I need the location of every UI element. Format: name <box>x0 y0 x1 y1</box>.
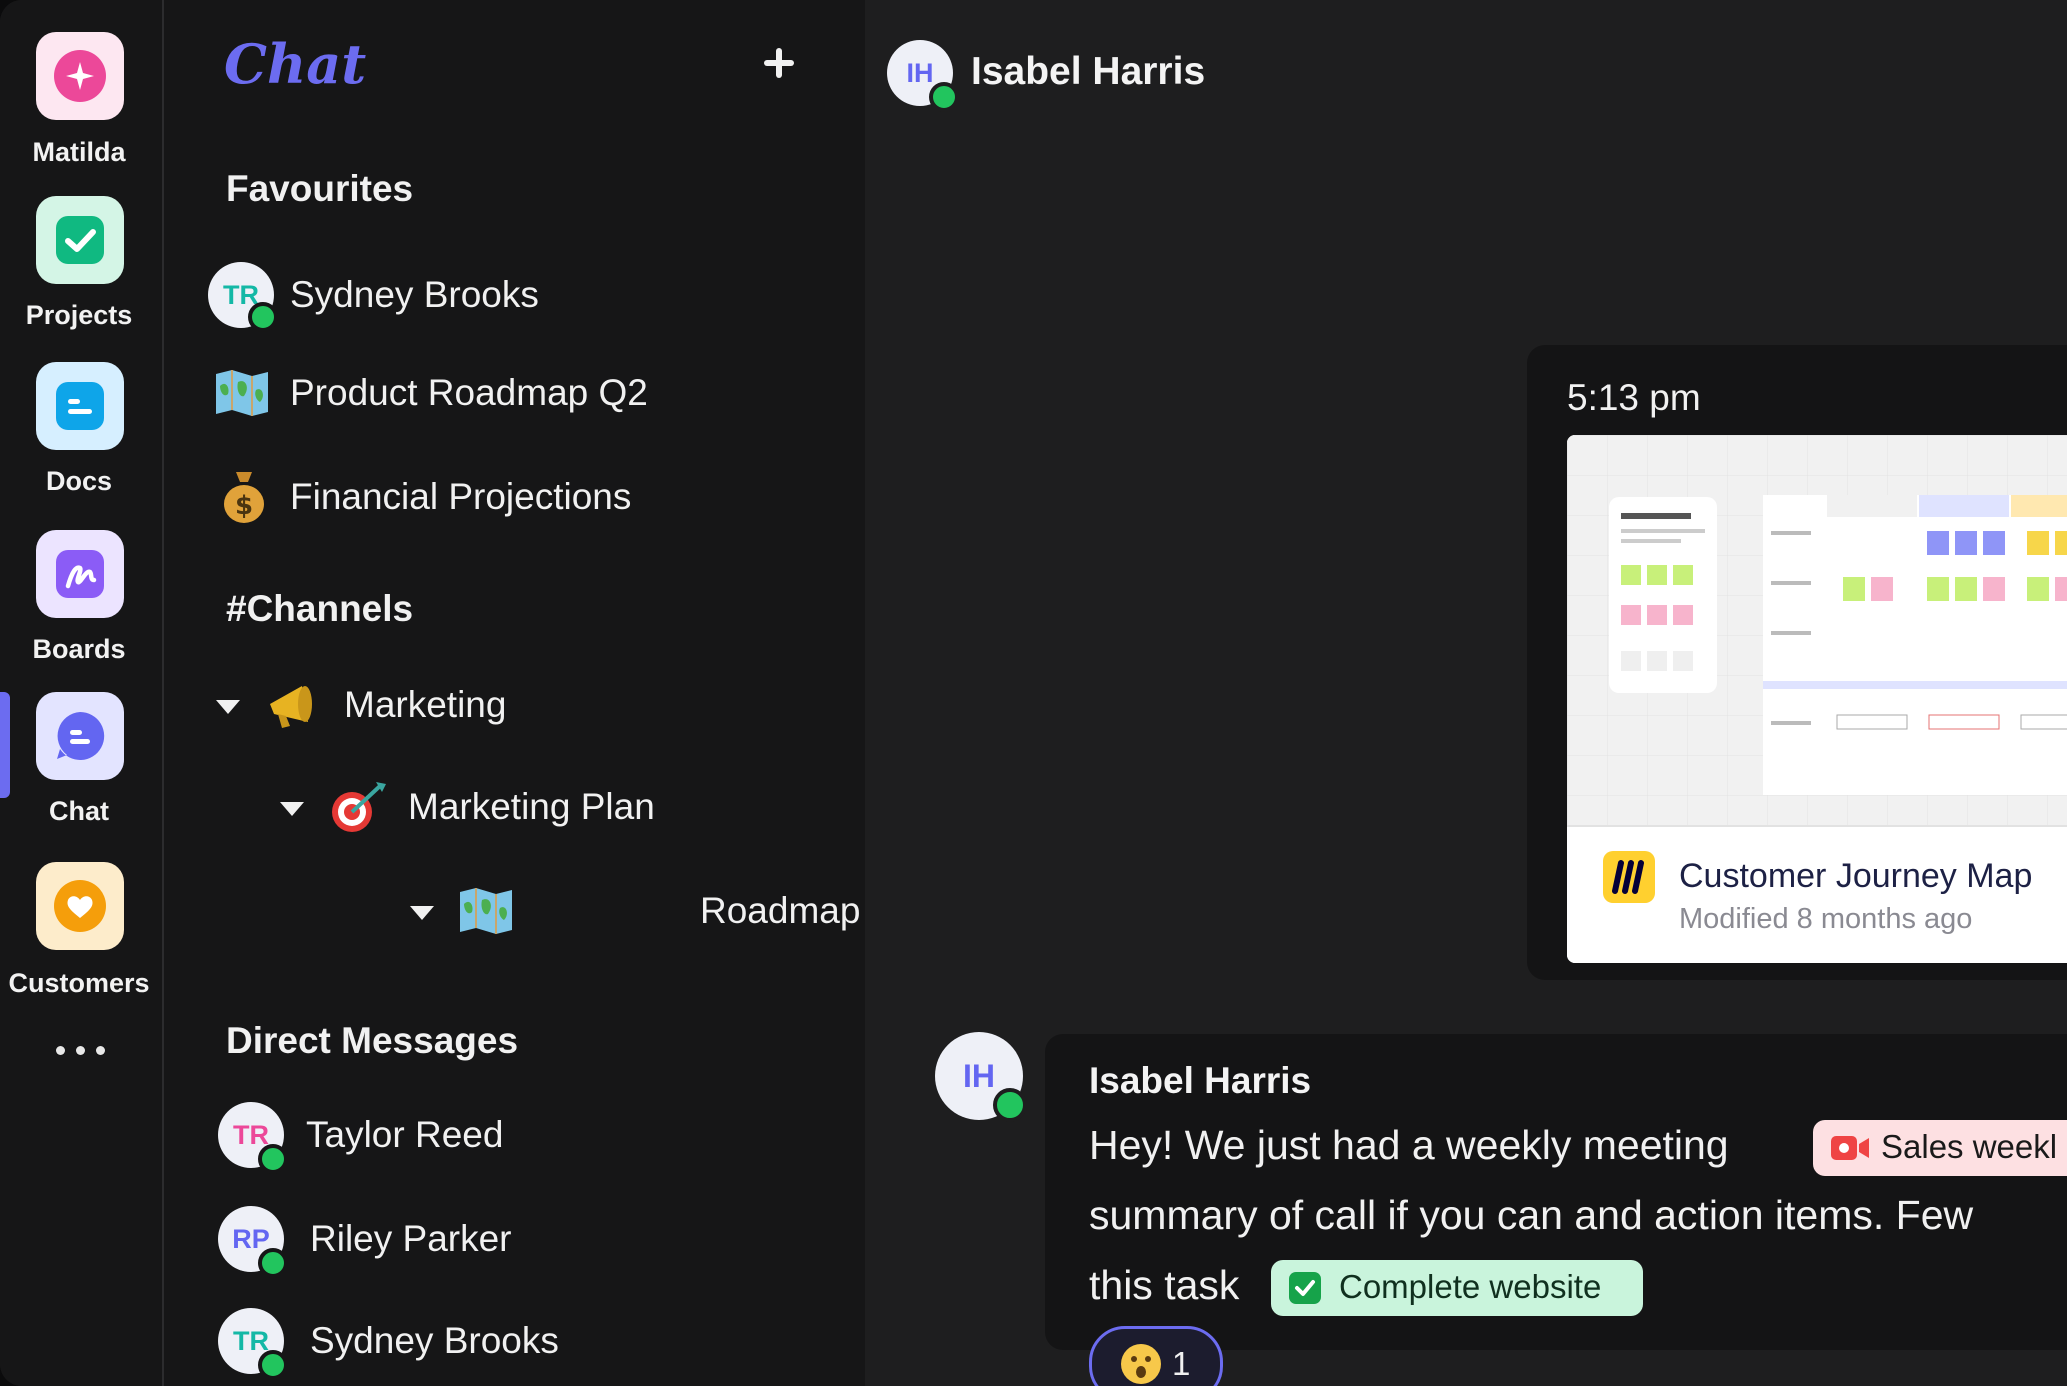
channel-item-roadmap[interactable]: Roadmap <box>410 882 860 942</box>
task-chip[interactable]: Complete website <box>1271 1260 1643 1316</box>
file-modified: Modified 8 months ago <box>1679 903 1973 935</box>
chevron-down-icon[interactable] <box>216 700 240 714</box>
heart-icon <box>36 862 124 950</box>
megaphone-icon <box>264 678 324 739</box>
favourite-item-product-roadmap[interactable]: Product Roadmap Q2 <box>214 364 814 424</box>
favourite-item-sydney-brooks[interactable]: TR Sydney Brooks <box>208 262 808 332</box>
rail-item-matilda[interactable]: Matilda <box>0 0 162 170</box>
dm-label: Sydney Brooks <box>310 1320 559 1361</box>
channel-item-marketing[interactable]: Marketing <box>216 676 816 736</box>
message-author: Isabel Harris <box>1089 1060 1312 1101</box>
presence-dot <box>258 1248 288 1278</box>
presence-dot <box>248 302 278 332</box>
presence-dot <box>258 1350 288 1380</box>
file-title: Customer Journey Map <box>1679 857 2033 895</box>
dm-label: Taylor Reed <box>306 1114 504 1155</box>
message-text-line: Hey! We just had a weekly meeting <box>1089 1122 1729 1168</box>
channels-heading: #Channels <box>226 588 414 629</box>
dm-item-sydney-brooks[interactable]: TR Sydney Brooks <box>218 1308 818 1380</box>
conversation-title: Isabel Harris <box>971 50 1206 93</box>
check-icon <box>36 196 124 284</box>
money-bag-icon: $ <box>222 468 266 529</box>
channel-label: Roadmap <box>700 890 861 931</box>
file-attachment[interactable]: Customer Journey Map Modified 8 months a… <box>1567 435 2067 963</box>
chat-sidebar: Chat Favourites TR Sydney Brooks Product… <box>164 0 865 1386</box>
rail-item-docs[interactable]: Docs <box>0 336 162 502</box>
meeting-chip-label: Sales weekl <box>1881 1128 2058 1165</box>
miro-logo-icon <box>1603 851 1655 903</box>
rail-label: Chat <box>49 796 109 826</box>
file-footer: Customer Journey Map Modified 8 months a… <box>1567 825 2067 963</box>
target-icon <box>328 780 388 841</box>
conversation-pane: IH Isabel Harris 5:13 pm Customer Journe… <box>865 0 2067 1386</box>
presence-dot <box>929 82 959 112</box>
channel-label: Marketing <box>344 684 507 725</box>
surprised-face-icon <box>1120 1343 1162 1386</box>
favourite-label: Product Roadmap Q2 <box>290 372 648 413</box>
task-chip-label: Complete website <box>1339 1268 1602 1305</box>
chat-bubble-icon <box>36 692 124 780</box>
channel-label: Marketing Plan <box>408 786 655 827</box>
chevron-down-icon[interactable] <box>280 802 304 816</box>
reaction-pill[interactable]: 1 <box>1089 1326 1223 1386</box>
rail-label: Projects <box>25 300 133 330</box>
meeting-chip[interactable]: Sales weekl <box>1813 1120 2067 1176</box>
app-window: Matilda Projects Docs Boards Chat Custom… <box>0 0 2067 1386</box>
presence-dot <box>993 1088 1027 1122</box>
message-text-line: summary of call if you can and action it… <box>1089 1192 1974 1238</box>
rail-item-boards[interactable]: Boards <box>0 502 162 668</box>
check-icon <box>1289 1272 1321 1304</box>
message-bubble: Isabel Harris Hey! We just had a weekly … <box>1045 1034 2067 1350</box>
file-preview-thumbnail <box>1567 435 2067 825</box>
add-icon[interactable] <box>762 46 796 80</box>
rail-item-projects[interactable]: Projects <box>0 170 162 336</box>
favourite-item-financial-projections[interactable]: $ Financial Projections <box>214 466 814 526</box>
map-icon <box>458 886 514 941</box>
rail-label: Docs <box>45 466 113 496</box>
rail-label: Customers <box>8 968 150 998</box>
doc-icon <box>36 362 124 450</box>
channel-item-marketing-plan[interactable]: Marketing Plan <box>280 780 840 840</box>
direct-messages-heading: Direct Messages <box>226 1020 519 1061</box>
rail-item-customers[interactable]: Customers <box>0 834 162 1004</box>
message-author-avatar[interactable]: IH <box>935 1032 1035 1132</box>
rail-label: Boards <box>32 634 126 664</box>
pen-icon <box>36 530 124 618</box>
dm-item-taylor-reed[interactable]: TR Taylor Reed <box>218 1102 818 1174</box>
message-bubble: 5:13 pm Customer Journey Map Modified 8 … <box>1527 345 2067 980</box>
app-rail: Matilda Projects Docs Boards Chat Custom… <box>0 0 165 1386</box>
favourites-heading: Favourites <box>226 168 414 209</box>
message-text-line: this task <box>1089 1262 1240 1308</box>
sparkle-icon <box>36 32 124 120</box>
favourite-label: Financial Projections <box>290 476 632 517</box>
video-camera-icon <box>1829 1132 1871 1169</box>
map-icon <box>214 368 270 423</box>
message-timestamp: 5:13 pm <box>1567 377 1701 418</box>
svg-text:$: $ <box>235 491 253 521</box>
reaction-count: 1 <box>1172 1345 1191 1382</box>
dm-label: Riley Parker <box>310 1218 512 1259</box>
chevron-down-icon[interactable] <box>410 906 434 920</box>
sidebar-title: Chat <box>224 32 367 96</box>
dm-item-riley-parker[interactable]: RP Riley Parker <box>218 1206 818 1278</box>
favourite-label: Sydney Brooks <box>290 274 539 315</box>
rail-item-chat[interactable]: Chat <box>0 668 162 834</box>
presence-dot <box>258 1144 288 1174</box>
more-icon[interactable] <box>52 1040 112 1060</box>
rail-label: Matilda <box>32 137 126 167</box>
